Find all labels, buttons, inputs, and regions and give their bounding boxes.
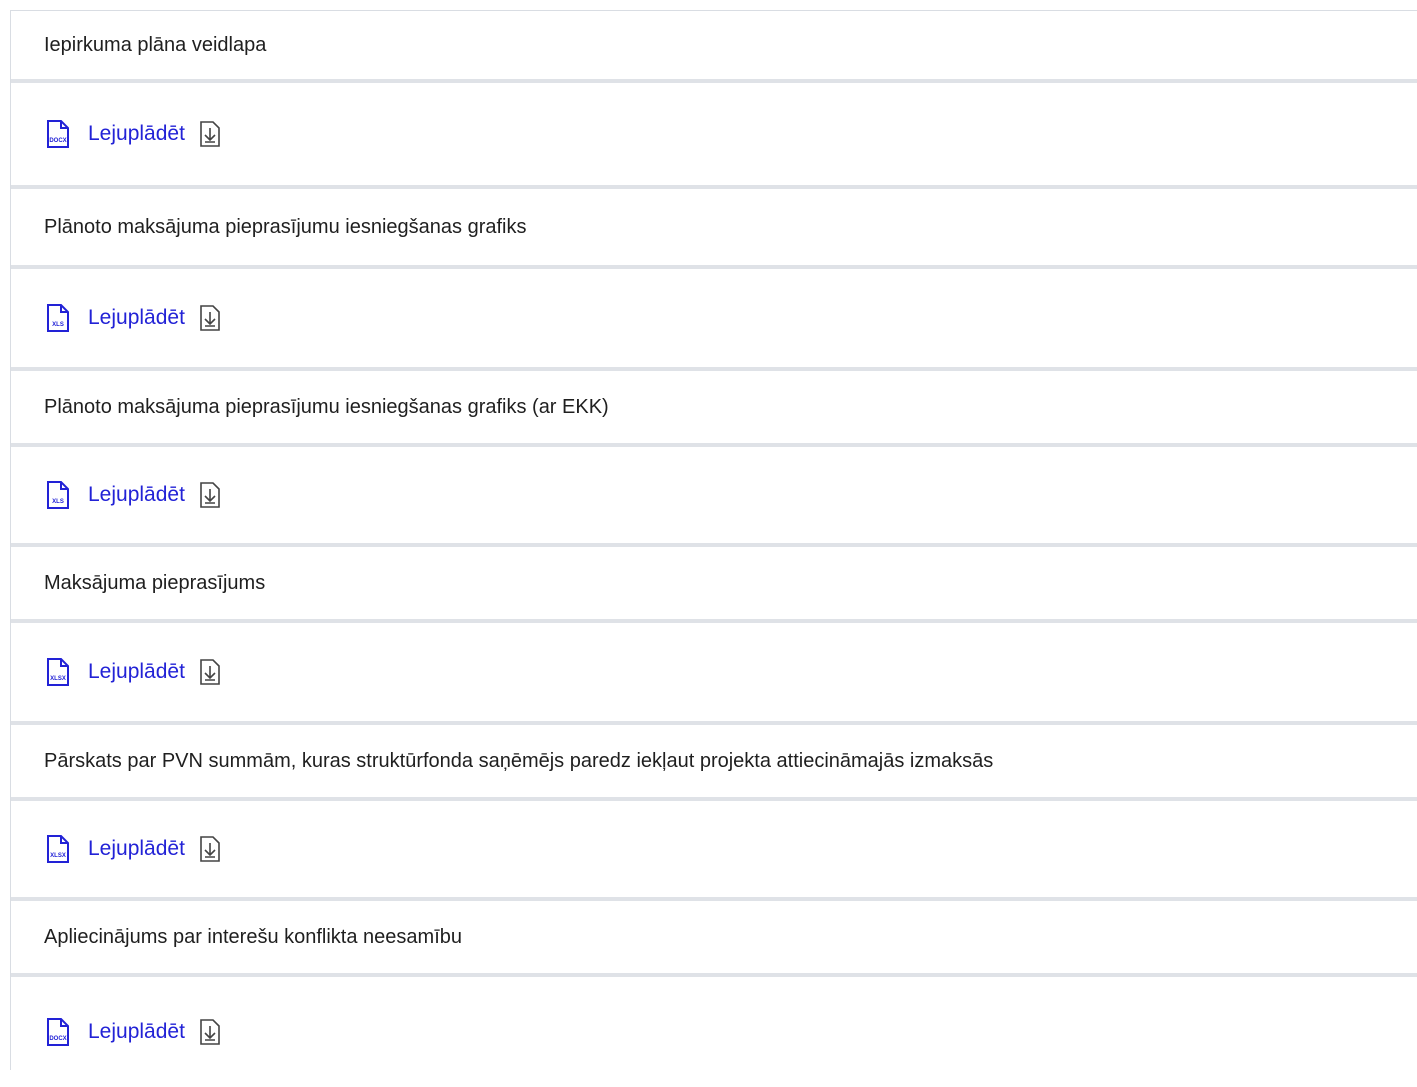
download-row: DOCX Lejuplādēt [11,83,1417,189]
download-icon[interactable] [199,836,221,862]
document-title-row: Plānoto maksājuma pieprasījumu iesniegša… [11,371,1417,447]
xlsx-file-icon[interactable]: XLSX [44,658,72,686]
document-title: Apliecinājums par interešu konflikta nee… [44,925,462,948]
documents-table: Iepirkuma plāna veidlapa DOCX Lejuplādēt… [10,10,1417,1070]
svg-text:DOCX: DOCX [49,138,66,144]
svg-text:XLSX: XLSX [50,853,66,859]
docx-file-icon[interactable]: DOCX [44,1018,72,1046]
document-title-row: Plānoto maksājuma pieprasījumu iesniegša… [11,189,1417,269]
download-icon[interactable] [199,121,221,147]
download-link[interactable]: Lejuplādēt [88,306,185,330]
xlsx-file-icon[interactable]: XLSX [44,835,72,863]
download-icon[interactable] [199,659,221,685]
document-title: Pārskats par PVN summām, kuras struktūrf… [44,749,994,772]
svg-text:XLS: XLS [52,499,64,505]
download-link[interactable]: Lejuplādēt [88,660,185,684]
download-row: XLSX Lejuplādēt [11,801,1417,901]
document-title-row: Iepirkuma plāna veidlapa [11,11,1417,83]
docx-file-icon[interactable]: DOCX [44,120,72,148]
document-title: Plānoto maksājuma pieprasījumu iesniegša… [44,395,609,418]
download-icon[interactable] [199,482,221,508]
download-icon[interactable] [199,1019,221,1045]
document-title: Iepirkuma plāna veidlapa [44,33,267,56]
download-link[interactable]: Lejuplādēt [88,483,185,507]
svg-text:XLS: XLS [52,322,64,328]
document-title: Plānoto maksājuma pieprasījumu iesniegša… [44,215,527,238]
download-link[interactable]: Lejuplādēt [88,837,185,861]
svg-text:DOCX: DOCX [49,1036,66,1042]
download-link[interactable]: Lejuplādēt [88,122,185,146]
download-link[interactable]: Lejuplādēt [88,1020,185,1044]
document-title-row: Apliecinājums par interešu konflikta nee… [11,901,1417,977]
document-title-row: Maksājuma pieprasījums [11,547,1417,623]
document-title: Maksājuma pieprasījums [44,571,266,594]
download-row: XLSX Lejuplādēt [11,623,1417,725]
download-row: DOCX Lejuplādēt [11,977,1417,1087]
xls-file-icon[interactable]: XLS [44,304,72,332]
download-row: XLS Lejuplādēt [11,269,1417,371]
xls-file-icon[interactable]: XLS [44,481,72,509]
download-icon[interactable] [199,305,221,331]
svg-text:XLSX: XLSX [50,676,66,682]
document-title-row: Pārskats par PVN summām, kuras struktūrf… [11,725,1417,801]
download-row: XLS Lejuplādēt [11,447,1417,547]
